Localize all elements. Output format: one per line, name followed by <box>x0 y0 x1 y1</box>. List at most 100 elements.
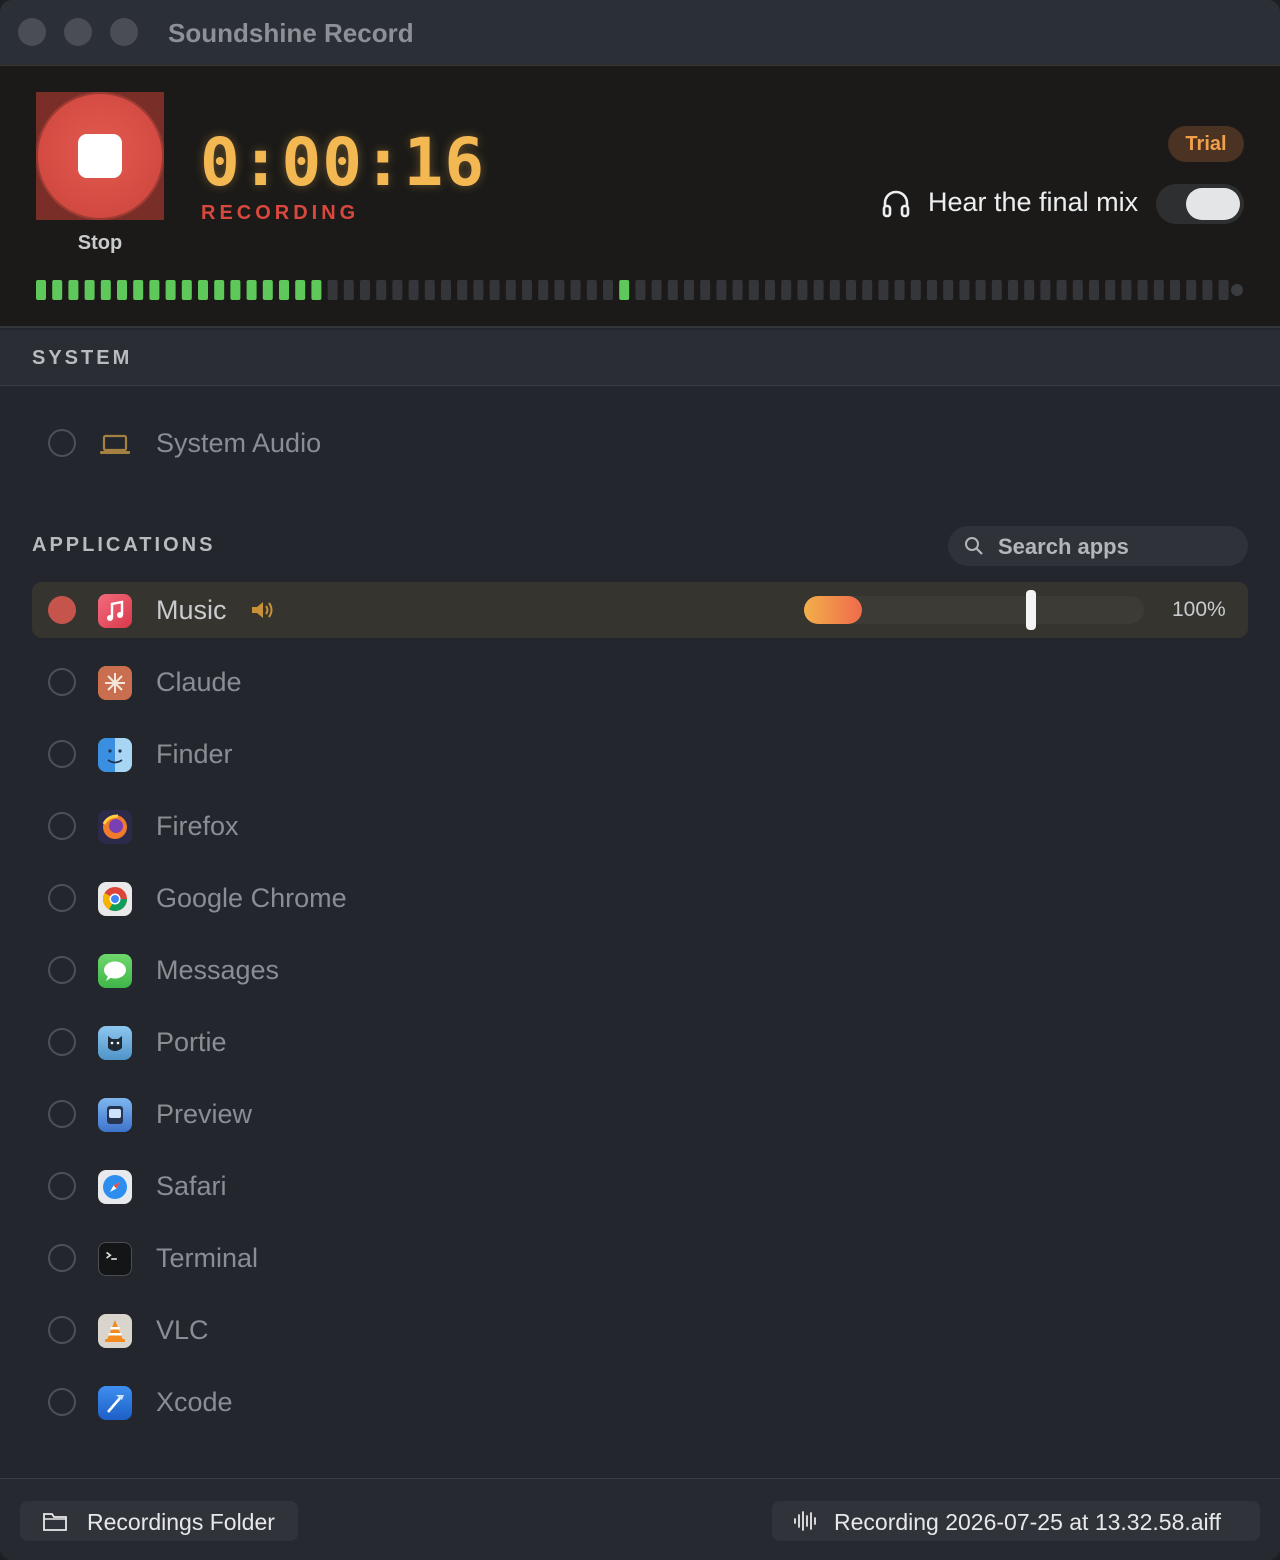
meter-segment <box>457 280 468 300</box>
app-row-portie[interactable]: Portie <box>32 1014 1248 1070</box>
source-row-system-audio[interactable]: System Audio <box>32 415 1248 471</box>
xcode-icon <box>98 1386 132 1420</box>
meter-segment <box>522 280 532 300</box>
messages-icon <box>98 954 132 988</box>
xcode-radio[interactable] <box>48 1388 76 1416</box>
finder-radio[interactable] <box>48 740 76 768</box>
app-row-finder[interactable]: Finder <box>32 726 1248 782</box>
vlc-icon <box>98 1314 132 1348</box>
meter-segment <box>505 280 516 300</box>
meter-segment <box>262 280 273 300</box>
toggle-knob <box>1186 188 1240 220</box>
stop-button[interactable] <box>36 92 164 220</box>
stop-label: Stop <box>77 232 123 254</box>
meter-clip-indicator <box>1231 284 1243 296</box>
meter-segment <box>554 280 565 300</box>
meter-segment <box>862 280 873 300</box>
meter-segment <box>667 280 678 300</box>
app-row-firefox[interactable]: Firefox <box>32 798 1248 854</box>
finder-label: Finder <box>156 739 233 769</box>
app-row-messages[interactable]: Messages <box>32 942 1248 998</box>
current-recording-file-button[interactable]: Recording 2026-07-25 at 13.32.58.aiff <box>772 1501 1260 1541</box>
meter-segment <box>230 280 241 300</box>
system-audio-radio[interactable] <box>48 429 76 457</box>
meter-segment <box>1153 280 1164 300</box>
recordings-folder-button[interactable]: Recordings Folder <box>20 1501 298 1541</box>
app-row-music[interactable]: Music 100% <box>32 582 1248 638</box>
meter-segment <box>52 280 63 300</box>
applications-heading: APPLICATIONS <box>32 534 216 556</box>
minimize-window-button[interactable] <box>64 18 92 46</box>
safari-label: Safari <box>156 1171 227 1201</box>
meter-segment <box>943 280 954 300</box>
terminal-radio[interactable] <box>48 1244 76 1272</box>
meter-segment <box>376 280 387 300</box>
folder-icon <box>43 1513 67 1531</box>
waveform-icon <box>794 1511 816 1531</box>
firefox-radio[interactable] <box>48 812 76 840</box>
claude-label: Claude <box>156 667 242 697</box>
safari-radio[interactable] <box>48 1172 76 1200</box>
meter-segment <box>748 280 759 300</box>
meter-segment <box>295 280 306 300</box>
meter-segment <box>1056 280 1067 300</box>
claude-radio[interactable] <box>48 668 76 696</box>
meter-segment <box>1202 280 1213 300</box>
music-volume-thumb[interactable] <box>1026 590 1036 630</box>
meter-segment <box>651 280 662 300</box>
meter-segment <box>36 280 46 300</box>
messages-radio[interactable] <box>48 956 76 984</box>
close-window-button[interactable] <box>18 18 46 46</box>
preview-radio[interactable] <box>48 1100 76 1128</box>
meter-segment <box>991 280 1002 300</box>
meter-segment <box>619 280 630 300</box>
hear-final-mix-toggle[interactable] <box>1156 184 1244 224</box>
portie-radio[interactable] <box>48 1028 76 1056</box>
trial-badge[interactable]: Trial <box>1168 126 1244 162</box>
firefox-label: Firefox <box>156 811 239 841</box>
speaker-icon <box>252 602 273 618</box>
meter-segment <box>1105 280 1116 300</box>
headphones-icon <box>882 190 910 218</box>
meter-segment <box>975 280 986 300</box>
current-recording-file-name: Recording 2026-07-25 at 13.32.58.aiff <box>834 1509 1222 1535</box>
app-row-safari[interactable]: Safari <box>32 1158 1248 1214</box>
app-row-terminal[interactable]: Terminal <box>32 1230 1248 1286</box>
stop-button-frame <box>36 92 164 220</box>
meter-segment <box>1186 280 1197 300</box>
meter-segment <box>910 280 921 300</box>
meter-segment <box>846 280 856 300</box>
music-radio[interactable] <box>48 596 76 624</box>
title-bar: Soundshine Record <box>0 0 1280 66</box>
meter-segment <box>100 280 111 300</box>
zoom-window-button[interactable] <box>110 18 138 46</box>
meter-segment <box>700 280 711 300</box>
meter-segment <box>279 280 289 300</box>
search-icon <box>965 537 983 555</box>
app-row-preview[interactable]: Preview <box>32 1086 1248 1142</box>
finder-icon <box>98 738 132 772</box>
meter-segment <box>1137 280 1148 300</box>
claude-icon <box>98 666 132 700</box>
system-heading: SYSTEM <box>0 330 1280 386</box>
google-chrome-radio[interactable] <box>48 884 76 912</box>
meter-segment <box>246 280 257 300</box>
terminal-icon <box>98 1242 132 1276</box>
recorder-panel: Stop 0:00:16 RECORDING Trial Hear the fi… <box>0 66 1280 328</box>
recording-status: RECORDING <box>201 202 360 224</box>
meter-segment <box>829 280 840 300</box>
app-row-xcode[interactable]: Xcode <box>32 1374 1248 1430</box>
vlc-radio[interactable] <box>48 1316 76 1344</box>
meter-segment <box>133 280 144 300</box>
meter-segment <box>327 280 338 300</box>
meter-segment <box>878 280 889 300</box>
music-icon <box>98 594 132 628</box>
app-row-vlc[interactable]: VLC <box>32 1302 1248 1358</box>
meter-segment <box>343 280 354 300</box>
music-volume-slider[interactable] <box>804 590 1144 630</box>
meter-segment <box>1024 280 1035 300</box>
search-apps-input[interactable]: Search apps <box>948 526 1248 566</box>
app-row-google-chrome[interactable]: Google Chrome <box>32 870 1248 926</box>
xcode-label: Xcode <box>156 1387 233 1417</box>
app-row-claude[interactable]: Claude <box>32 654 1248 710</box>
